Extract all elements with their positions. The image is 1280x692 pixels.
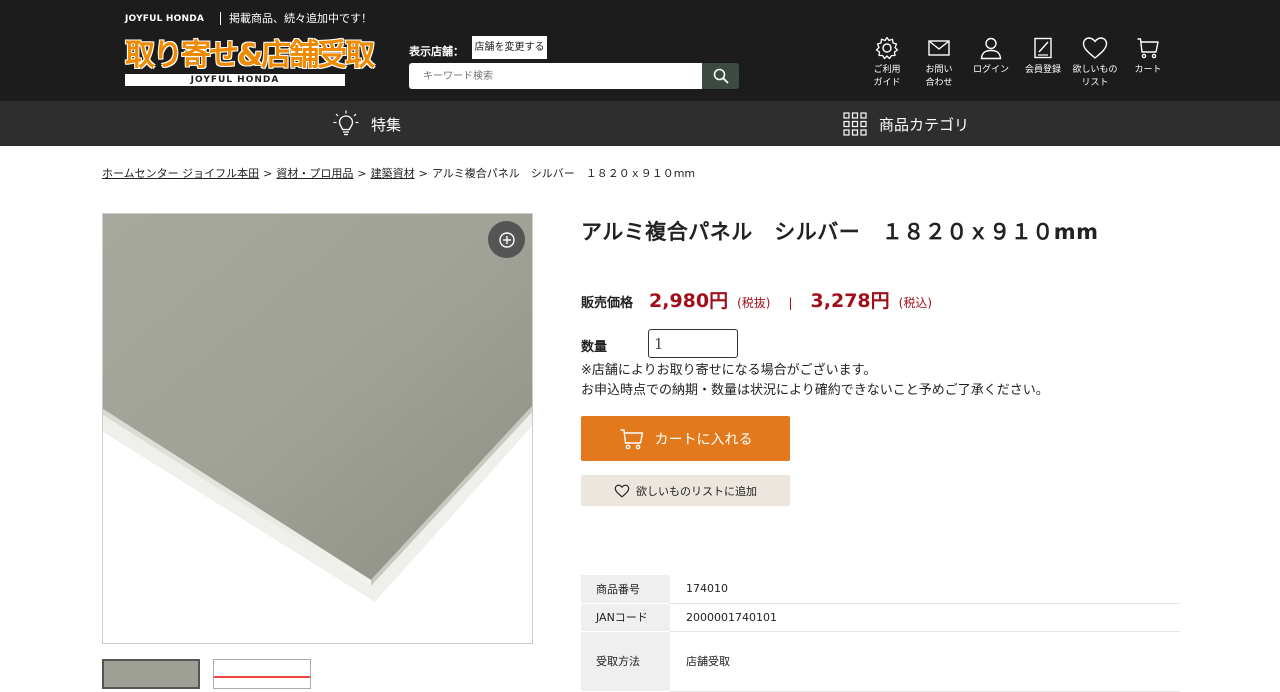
- tax-excl-label: (税抜): [737, 296, 771, 310]
- main-navbar: 特集 商品カテゴリ: [0, 101, 1280, 146]
- brand-name: JOYFUL HONDA: [125, 14, 205, 24]
- cart-icon: [1137, 38, 1159, 59]
- table-row: 受取方法 店舗受取: [581, 631, 1180, 692]
- add-to-wishlist-button[interactable]: 欲しいものリストに追加: [581, 475, 790, 506]
- add-to-cart-label: カートに入れる: [654, 431, 753, 448]
- store-label: 表示店舗：: [409, 45, 464, 58]
- quantity-input[interactable]: [648, 329, 738, 358]
- zoom-button[interactable]: [488, 221, 525, 258]
- spec-label: 受取方法: [581, 631, 670, 692]
- heart-icon: [1082, 37, 1108, 59]
- feature-label: 特集: [371, 115, 402, 134]
- tax-incl-label: (税込): [898, 296, 933, 310]
- grid-icon: [843, 112, 867, 136]
- zoom-in-icon: [498, 231, 515, 248]
- thumbnail-2[interactable]: [213, 659, 311, 689]
- price-label: 販売価格: [581, 296, 634, 311]
- cart-icon: [620, 428, 643, 449]
- breadcrumb-separator: >: [357, 167, 367, 180]
- mail-icon: [928, 40, 950, 56]
- product-title: アルミ複合パネル シルバー １８２０ｘ９１０mm: [581, 220, 1099, 244]
- gear-icon: [875, 36, 899, 60]
- cart-link[interactable]: カート: [1122, 36, 1174, 77]
- contact-label: お問い 合わせ: [925, 65, 953, 88]
- guide-link[interactable]: ご利用 ガイド: [861, 36, 913, 90]
- category-menu[interactable]: 商品カテゴリ: [843, 109, 969, 139]
- search-input[interactable]: [409, 63, 702, 89]
- price-excl-tax: 2,980円: [649, 290, 729, 312]
- spec-value: 店舗受取: [670, 631, 1180, 692]
- logo-main-text: 取り寄せ&店舗受取: [125, 38, 375, 73]
- thumbnail-graphic: [214, 676, 310, 678]
- search-bar: [409, 63, 739, 89]
- breadcrumb-separator: >: [418, 167, 428, 180]
- site-logo[interactable]: 取り寄せ&店舗受取 JOYFUL HONDA: [125, 38, 375, 88]
- breadcrumb-separator: >: [263, 167, 273, 180]
- search-icon: [713, 68, 728, 84]
- thumbnail-1[interactable]: [102, 659, 200, 689]
- add-to-wishlist-label: 欲しいものリストに追加: [636, 484, 757, 498]
- add-to-cart-button[interactable]: カートに入れる: [581, 416, 790, 461]
- search-button[interactable]: [702, 63, 739, 89]
- user-icon: [980, 37, 1002, 60]
- login-link[interactable]: ログイン: [965, 36, 1017, 77]
- quantity-label: 数量: [581, 340, 608, 355]
- logo-sub-text: JOYFUL HONDA: [125, 74, 345, 86]
- login-label: ログイン: [972, 65, 1009, 75]
- register-link[interactable]: 会員登録: [1017, 36, 1069, 77]
- breadcrumb-link-building[interactable]: 建築資材: [371, 167, 415, 180]
- table-row: 商品番号 174010: [581, 575, 1180, 604]
- change-store-button[interactable]: 店舗を変更する: [472, 36, 547, 59]
- lightbulb-icon: [333, 110, 359, 136]
- spec-label: 商品番号: [581, 575, 670, 604]
- wishlist-label: 欲しいもの リスト: [1072, 65, 1118, 88]
- header-tagline: 掲載商品、続々追加中です！: [220, 12, 372, 25]
- wishlist-link[interactable]: 欲しいもの リスト: [1069, 36, 1121, 90]
- breadcrumb: ホームセンター ジョイフル本田 > 資材・プロ用品 > 建築資材 > アルミ複合パネル シル…: [102, 165, 695, 181]
- price-divider: |: [788, 296, 793, 310]
- breadcrumb-link-home[interactable]: ホームセンター ジョイフル本田: [102, 167, 259, 180]
- register-icon: [1034, 37, 1052, 59]
- price-row: 販売価格 2,980円 (税抜) | 3,278円 (税込): [581, 286, 932, 313]
- guide-label: ご利用 ガイド: [873, 65, 901, 88]
- aluminum-panel-image: [103, 214, 532, 643]
- feature-menu[interactable]: 特集: [333, 109, 401, 139]
- breadcrumb-current: アルミ複合パネル シルバー １８２０ｘ９１０mm: [431, 167, 696, 180]
- site-header: JOYFUL HONDA 掲載商品、続々追加中です！ 取り寄せ&店舗受取 JOY…: [0, 0, 1280, 101]
- product-image[interactable]: [102, 213, 533, 644]
- product-spec-table: 商品番号 174010 JANコード 2000001740101 受取方法 店舗…: [581, 575, 1180, 692]
- heart-icon: [614, 484, 630, 498]
- availability-notes: ※店舗によりお取り寄せになる場合がございます。 お申込時点での納期・数量は状況に…: [581, 361, 1049, 401]
- category-label: 商品カテゴリ: [879, 115, 970, 134]
- spec-label: JANコード: [581, 603, 670, 632]
- cart-label: カート: [1134, 65, 1162, 75]
- note-line-1: ※店舗によりお取り寄せになる場合がございます。: [581, 363, 877, 378]
- price-incl-tax: 3,278円: [810, 290, 890, 312]
- contact-link[interactable]: お問い 合わせ: [913, 36, 965, 90]
- spec-value: 174010: [670, 575, 1180, 604]
- note-line-2: お申込時点での納期・数量は状況により確約できないこと予めご了承ください。: [581, 383, 1049, 398]
- spec-value: 2000001740101: [670, 603, 1180, 632]
- table-row: JANコード 2000001740101: [581, 603, 1180, 632]
- register-label: 会員登録: [1024, 65, 1061, 75]
- breadcrumb-link-materials[interactable]: 資材・プロ用品: [276, 167, 353, 180]
